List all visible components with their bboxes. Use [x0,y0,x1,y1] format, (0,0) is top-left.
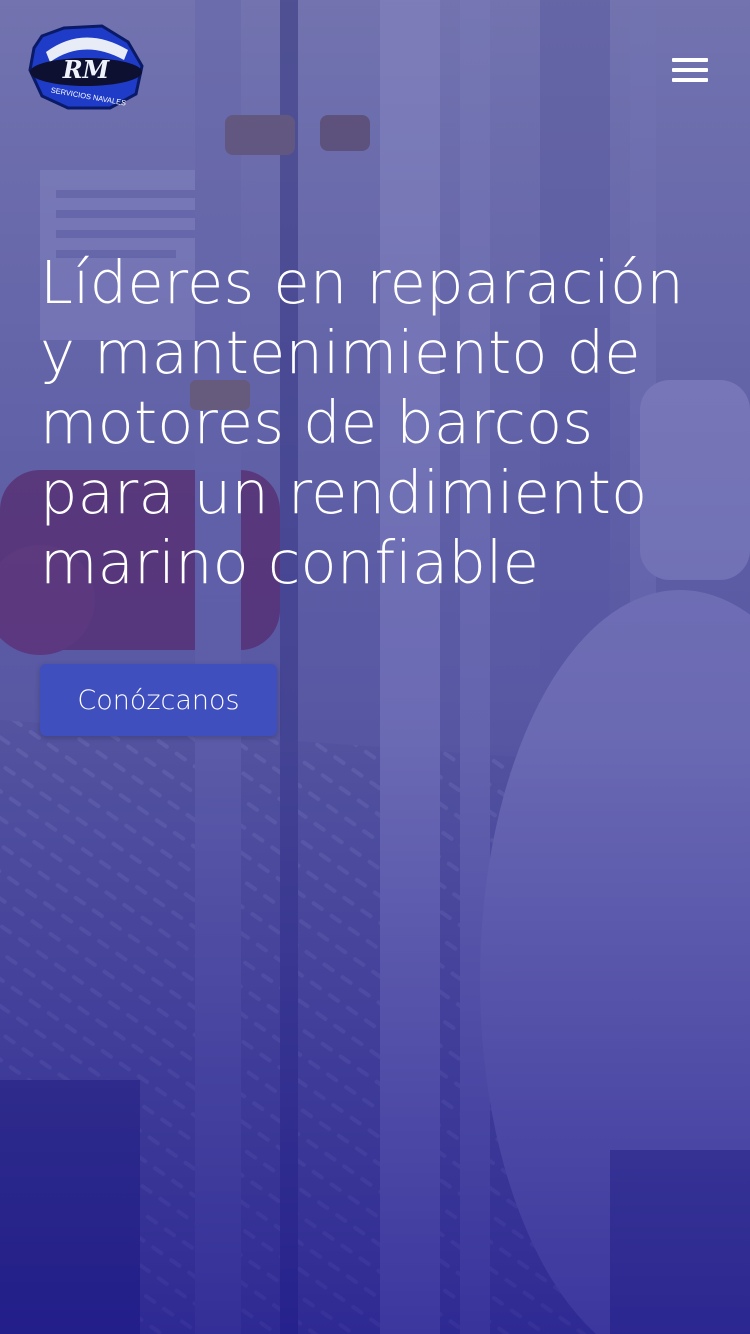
rm-logo-icon: RM SERVICIOS NAVALES [28,24,144,110]
svg-text:RM: RM [62,55,111,84]
company-logo[interactable]: RM SERVICIOS NAVALES [24,22,146,112]
hero-section: RM SERVICIOS NAVALES Líderes en reparaci… [0,0,750,1334]
hamburger-menu-button[interactable] [666,52,714,88]
hamburger-menu-icon [672,58,708,62]
conozcanos-button[interactable]: Conózcanos [40,664,277,736]
hero-headline: Líderes en reparación y mantenimiento de… [40,248,685,597]
